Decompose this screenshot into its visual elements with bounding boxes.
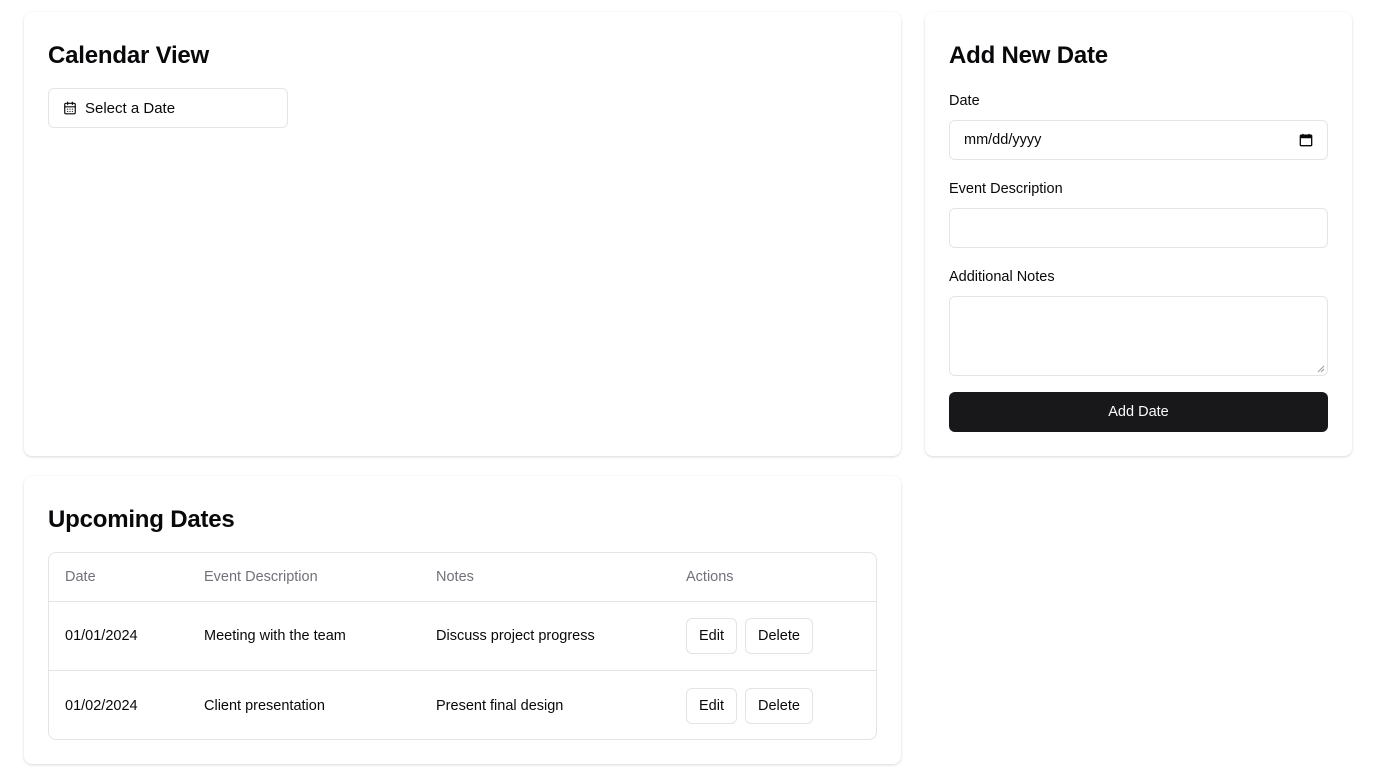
table-row: 01/02/2024 Client presentation Present f… xyxy=(49,671,876,739)
date-field[interactable]: mm/dd/yyyy xyxy=(949,120,1328,160)
calendar-view-card: Calendar View Select a Date xyxy=(24,12,901,456)
column-header-description: Event Description xyxy=(204,569,318,585)
upcoming-dates-title: Upcoming Dates xyxy=(48,506,235,533)
event-description-input[interactable] xyxy=(949,208,1328,248)
edit-button[interactable]: Edit xyxy=(686,687,737,724)
calendar-icon xyxy=(64,101,76,115)
table-header-row: Date Event Description Notes Actions xyxy=(49,553,876,602)
delete-button[interactable]: Delete xyxy=(745,687,813,724)
column-header-notes: Notes xyxy=(436,569,474,585)
add-date-button[interactable]: Add Date xyxy=(949,392,1328,432)
upcoming-dates-table: Date Event Description Notes Actions 01/… xyxy=(48,552,877,740)
table-row: 01/01/2024 Meeting with the team Discuss… xyxy=(49,602,876,671)
row-date: 01/01/2024 xyxy=(65,628,138,644)
select-date-button[interactable]: Select a Date xyxy=(48,88,288,128)
add-new-date-card: Add New Date Date mm/dd/yyyy Event Descr… xyxy=(925,12,1352,456)
delete-button[interactable]: Delete xyxy=(745,618,813,654)
row-description: Client presentation xyxy=(204,697,325,714)
calendar-small-icon[interactable] xyxy=(1299,133,1313,147)
row-actions: Edit Delete xyxy=(686,602,821,670)
row-actions: Edit Delete xyxy=(686,671,821,739)
row-notes: Discuss project progress xyxy=(436,628,595,644)
additional-notes-textarea[interactable] xyxy=(949,296,1328,376)
row-notes: Present final design xyxy=(436,697,564,714)
additional-notes-label: Additional Notes xyxy=(949,269,1055,285)
date-placeholder: mm/dd/yyyy xyxy=(964,132,1042,148)
row-description: Meeting with the team xyxy=(204,628,346,644)
add-new-date-title: Add New Date xyxy=(949,42,1108,69)
edit-button[interactable]: Edit xyxy=(686,618,737,654)
date-label: Date xyxy=(949,93,980,109)
event-description-label: Event Description xyxy=(949,181,1063,197)
row-date: 01/02/2024 xyxy=(65,697,138,714)
resize-grip-icon[interactable] xyxy=(1317,365,1325,373)
column-header-actions: Actions xyxy=(686,569,734,585)
select-date-label: Select a Date xyxy=(85,99,176,117)
calendar-view-title: Calendar View xyxy=(48,42,210,69)
column-header-date: Date xyxy=(65,569,96,585)
upcoming-dates-card: Upcoming Dates Date Event Description No… xyxy=(24,476,901,764)
